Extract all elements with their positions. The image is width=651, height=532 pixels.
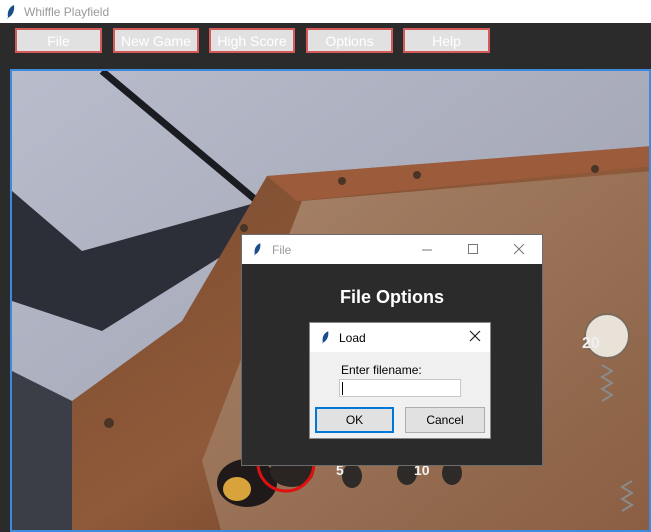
- filename-prompt-label: Enter filename:: [341, 363, 422, 377]
- close-icon[interactable]: [496, 235, 542, 264]
- new-game-button[interactable]: New Game: [113, 28, 199, 53]
- file-dialog-title: File: [272, 242, 292, 257]
- close-icon[interactable]: [468, 329, 482, 343]
- help-button[interactable]: Help: [403, 28, 490, 53]
- cancel-button[interactable]: Cancel: [405, 407, 485, 433]
- file-dialog-titlebar: File: [242, 235, 542, 264]
- maximize-icon[interactable]: [450, 235, 496, 264]
- feather-icon: [253, 243, 261, 256]
- options-button[interactable]: Options: [306, 28, 393, 53]
- minimize-icon[interactable]: [404, 235, 450, 264]
- score-label-20: 20: [582, 335, 600, 352]
- window-title: Whiffle Playfield: [24, 4, 110, 19]
- load-dialog-titlebar: Load: [310, 323, 490, 352]
- feather-icon: [7, 4, 15, 19]
- load-dialog-title: Load: [339, 330, 366, 345]
- main-titlebar: Whiffle Playfield: [0, 0, 651, 23]
- text-caret: [342, 382, 343, 395]
- load-dialog: Load Enter filename: OK Cancel: [310, 323, 490, 438]
- ok-button[interactable]: OK: [315, 407, 394, 433]
- filename-input[interactable]: [339, 379, 461, 397]
- high-score-button[interactable]: High Score: [209, 28, 295, 53]
- file-button[interactable]: File: [15, 28, 102, 53]
- file-options-heading: File Options: [339, 287, 444, 307]
- feather-icon: [321, 331, 329, 344]
- toolbar: File New Game High Score Options Help: [0, 23, 651, 69]
